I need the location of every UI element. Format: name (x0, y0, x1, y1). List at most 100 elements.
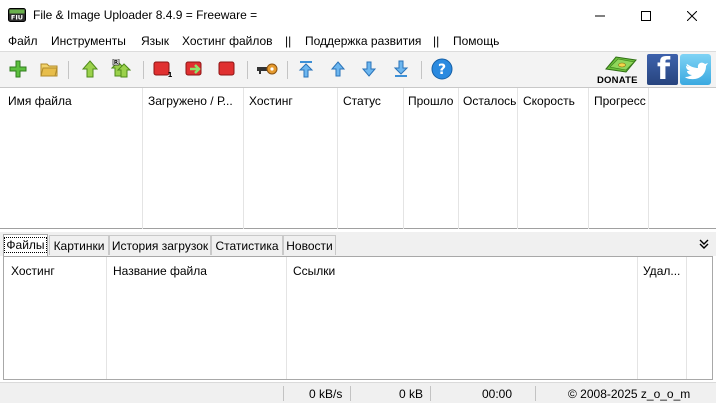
column-divider (637, 257, 638, 379)
title-bar: FIU File & Image Uploader 8.4.9 = Freewa… (0, 0, 716, 31)
move-up-icon (330, 61, 346, 77)
menu-tools[interactable]: Инструменты (51, 34, 126, 48)
menu-file[interactable]: Файл (8, 34, 38, 48)
move-top-icon (298, 61, 314, 78)
toolbar-separator (421, 61, 422, 79)
column-header-elapsed[interactable]: Прошло (408, 94, 458, 108)
column-header-uploaded[interactable]: Загружено / Р... (148, 94, 242, 108)
status-speed: 0 kB/s (309, 387, 343, 401)
add-files-button[interactable] (8, 59, 28, 79)
svg-text:1: 1 (168, 71, 173, 78)
svg-text:?: ? (438, 62, 446, 78)
svg-text:FIU: FIU (11, 14, 23, 22)
redo-icon (185, 61, 202, 76)
column-divider (106, 257, 107, 379)
column-header-status[interactable]: Статус (343, 94, 401, 108)
upload-button[interactable] (80, 59, 100, 79)
retry-button[interactable] (185, 59, 205, 79)
plus-icon (9, 60, 27, 78)
menu-separator: || (433, 34, 440, 48)
column-header-links[interactable]: Ссылки (293, 264, 633, 278)
arrow-up-double-icon: R (111, 59, 131, 78)
keys-button[interactable] (256, 59, 278, 79)
arrow-up-icon (81, 60, 99, 78)
upload-queue-list[interactable]: Имя файла Загружено / Р... Хостинг Стату… (0, 88, 716, 229)
column-header-delete[interactable]: Удал... (643, 264, 685, 278)
close-icon (687, 10, 697, 21)
status-copyright: © 2008-2025 z_o_o_m (568, 387, 691, 401)
column-divider (286, 257, 287, 379)
menu-language[interactable]: Язык (141, 34, 169, 48)
donate-money-icon (605, 56, 637, 73)
tab-files[interactable]: Файлы (3, 234, 48, 256)
move-up-button[interactable] (328, 59, 348, 79)
column-divider (517, 88, 518, 229)
close-button[interactable] (669, 0, 715, 31)
tab-statistics[interactable]: Статистика (211, 235, 283, 255)
column-header-hosting[interactable]: Хостинг (11, 264, 103, 278)
upload-resume-button[interactable]: R (111, 59, 131, 79)
fiu-app-icon: FIU (8, 8, 26, 22)
maximize-button[interactable] (623, 0, 669, 31)
menu-help[interactable]: Помощь (453, 34, 499, 48)
menu-support[interactable]: Поддержка развития (305, 34, 421, 48)
toolbar: R 1 ? DONATE f (0, 51, 716, 88)
column-divider (686, 257, 687, 379)
donate-button[interactable]: DONATE (596, 54, 644, 86)
facebook-logo-letter: f (657, 54, 671, 85)
tab-label: Статистика (215, 239, 279, 253)
minimize-icon (595, 15, 605, 16)
toolbar-separator (68, 61, 69, 79)
menu-bar: Файл Инструменты Язык Хостинг файлов || … (0, 31, 716, 51)
stop-all-button[interactable] (217, 59, 237, 79)
move-bottom-icon (393, 60, 409, 77)
expand-panel-icon[interactable] (697, 237, 711, 251)
move-down-button[interactable] (359, 59, 379, 79)
toolbar-separator (287, 61, 288, 79)
column-header-filename[interactable]: Имя файла (8, 94, 138, 108)
move-bottom-button[interactable] (391, 59, 411, 79)
tab-news[interactable]: Новости (283, 235, 336, 255)
facebook-button[interactable]: f (647, 54, 678, 85)
move-down-icon (361, 61, 377, 77)
tab-label: Картинки (53, 239, 105, 253)
status-separator (350, 386, 351, 401)
key-icon (257, 63, 278, 75)
help-button[interactable]: ? (431, 58, 453, 80)
menu-hosting[interactable]: Хостинг файлов (182, 34, 273, 48)
twitter-button[interactable] (680, 54, 711, 85)
column-divider (142, 88, 143, 229)
tab-upload-history[interactable]: История загрузок (109, 235, 211, 255)
files-table[interactable]: Хостинг Название файла Ссылки Удал... (3, 256, 713, 380)
column-divider (458, 88, 459, 229)
stop-icon: 1 (153, 61, 173, 78)
folder-icon (40, 63, 58, 77)
minimize-button[interactable] (577, 0, 623, 31)
help-icon: ? (431, 58, 453, 80)
toolbar-separator (143, 61, 144, 79)
column-header-progress[interactable]: Прогресс (594, 94, 648, 108)
move-top-button[interactable] (296, 59, 316, 79)
window-title: File & Image Uploader 8.4.9 = Freeware = (33, 8, 258, 22)
status-separator (283, 386, 284, 401)
open-folder-button[interactable] (39, 59, 59, 79)
column-divider (648, 88, 649, 229)
column-header-filename[interactable]: Название файла (113, 264, 283, 278)
column-divider (588, 88, 589, 229)
maximize-icon (641, 10, 651, 21)
menu-separator: || (285, 34, 292, 48)
bottom-tabs: Файлы Картинки История загрузок Статисти… (0, 232, 716, 256)
column-header-speed[interactable]: Скорость (523, 94, 587, 108)
status-bar: 0 kB/s 0 kB 00:00 © 2008-2025 z_o_o_m (0, 382, 716, 403)
twitter-bird-icon (685, 62, 708, 80)
column-divider (243, 88, 244, 229)
column-header-hosting[interactable]: Хостинг (249, 94, 335, 108)
stop-selected-button[interactable]: 1 (153, 59, 173, 79)
tab-images[interactable]: Картинки (49, 235, 109, 255)
toolbar-separator (247, 61, 248, 79)
tab-label: История загрузок (111, 239, 209, 253)
tab-label: Файлы (4, 237, 47, 253)
column-divider (337, 88, 338, 229)
column-header-remaining[interactable]: Осталось (463, 94, 517, 108)
stop-icon (218, 61, 235, 76)
